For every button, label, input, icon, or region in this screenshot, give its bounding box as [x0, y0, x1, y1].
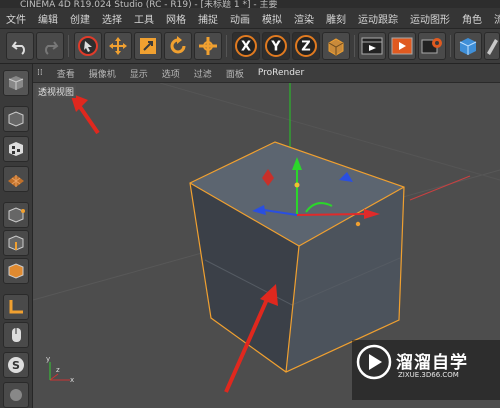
menu-snap[interactable]: 捕捉 — [192, 11, 224, 26]
redo-icon — [45, 41, 59, 55]
viewport-menu-bar: ⁞⁞ 查看 摄像机 显示 选项 过滤 面板 ProRender — [33, 64, 500, 83]
render-settings-icon — [421, 38, 442, 54]
workplane-button[interactable] — [3, 166, 29, 192]
pen-button[interactable] — [484, 32, 500, 60]
cube-object-button[interactable] — [454, 32, 482, 60]
world-coordinate-icon — [328, 38, 344, 56]
menu-sculpt[interactable]: 雕刻 — [320, 11, 352, 26]
undo-button[interactable] — [6, 32, 34, 60]
menu-create[interactable]: 创建 — [64, 11, 96, 26]
rotate-button[interactable] — [164, 32, 192, 60]
svg-text:x: x — [70, 376, 74, 384]
z-axis-button[interactable]: Z — [292, 32, 320, 60]
viewport-menu-view[interactable]: 查看 — [50, 67, 82, 80]
render-view-icon — [361, 37, 383, 55]
svg-text:Y: Y — [270, 40, 281, 55]
menu-motion-tracker[interactable]: 运动跟踪 — [352, 11, 404, 26]
world-coordinate-button[interactable] — [322, 32, 350, 60]
texture-mode-button[interactable] — [3, 136, 29, 162]
menu-mograph[interactable]: 运动图形 — [404, 11, 456, 26]
y-axis-button[interactable]: Y — [262, 32, 290, 60]
viewport-menu-prorender[interactable]: ProRender — [251, 68, 311, 78]
menu-character[interactable]: 角色 — [456, 11, 488, 26]
x-axis-icon: X — [235, 35, 257, 57]
y-axis-icon: Y — [265, 35, 287, 57]
live-selection-button[interactable] — [74, 32, 102, 60]
menu-bar: 文件 编辑 创建 选择 工具 网格 捕捉 动画 模拟 渲染 雕刻 运动跟踪 运动… — [0, 8, 500, 29]
render-view-button[interactable] — [358, 32, 386, 60]
scale-button[interactable] — [134, 32, 162, 60]
move-button[interactable] — [104, 32, 132, 60]
viewport-menu-cameras[interactable]: 摄像机 — [82, 67, 123, 80]
watermark-logo-icon — [356, 344, 392, 380]
polygons-mode-icon — [8, 263, 24, 279]
transform-icon — [199, 37, 217, 55]
tweak-mode-icon — [12, 328, 21, 342]
scale-icon — [140, 38, 156, 54]
menu-animate[interactable]: 动画 — [224, 11, 256, 26]
model-mode-button[interactable] — [3, 106, 29, 132]
menu-select[interactable]: 选择 — [96, 11, 128, 26]
menu-pipeline[interactable]: 流水线 — [488, 11, 500, 26]
svg-text:X: X — [241, 40, 251, 55]
model-mode-icon — [8, 111, 24, 127]
pen-icon — [487, 39, 498, 55]
render-picture-viewer-button[interactable] — [388, 32, 416, 60]
svg-text:z: z — [56, 366, 60, 374]
viewport-menu-grip: ⁞⁞ — [37, 68, 43, 78]
viewport-label: 透视视图 — [36, 85, 77, 98]
menu-file[interactable]: 文件 — [0, 11, 32, 26]
move-icon — [109, 37, 127, 55]
z-axis-icon: Z — [295, 35, 317, 57]
redo-button[interactable] — [36, 32, 64, 60]
live-selection-icon — [78, 36, 98, 56]
make-editable-icon — [8, 76, 24, 90]
x-axis-handle[interactable] — [296, 213, 365, 216]
menu-simulate[interactable]: 模拟 — [256, 11, 288, 26]
tweak-mode-button[interactable] — [3, 322, 29, 348]
viewport-menu-options[interactable]: 选项 — [155, 67, 187, 80]
snapping-icon: S — [8, 357, 24, 373]
snapping-button[interactable]: S — [3, 352, 29, 378]
edges-mode-button[interactable] — [3, 230, 29, 256]
sidebar-extra-button[interactable] — [3, 382, 29, 408]
svg-text:S: S — [12, 359, 20, 372]
render-settings-button[interactable] — [418, 32, 446, 60]
undo-icon — [11, 41, 25, 55]
window-title: CINEMA 4D R19.024 Studio (RC - R19) - [未… — [20, 0, 278, 8]
svg-text:y: y — [46, 355, 50, 363]
transform-button[interactable] — [194, 32, 222, 60]
viewport-menu-filter[interactable]: 过滤 — [187, 67, 219, 80]
menu-edit[interactable]: 编辑 — [32, 11, 64, 26]
title-bar: CINEMA 4D R19.024 Studio (RC - R19) - [未… — [0, 0, 500, 8]
polygons-mode-button[interactable] — [3, 258, 29, 284]
enable-axis-button[interactable] — [3, 294, 29, 320]
menu-tools[interactable]: 工具 — [128, 11, 160, 26]
annotation-arrow-viewport-label — [76, 102, 100, 135]
viewport-menu-display[interactable]: 显示 — [123, 67, 155, 80]
svg-text:Z: Z — [301, 40, 310, 55]
main-toolbar: X Y Z — [0, 29, 500, 64]
watermark-name: 溜溜自学 — [396, 353, 468, 373]
extra-tool-icon — [10, 389, 22, 401]
enable-axis-icon — [9, 300, 23, 314]
x-axis-button[interactable]: X — [232, 32, 260, 60]
workplane-icon — [8, 175, 24, 187]
render-picture-viewer-icon — [391, 37, 413, 55]
texture-mode-icon — [9, 142, 23, 156]
viewport-menu-panel[interactable]: 面板 — [219, 67, 251, 80]
menu-mesh[interactable]: 网格 — [160, 11, 192, 26]
points-mode-button[interactable] — [3, 202, 29, 228]
left-toolbar: S — [0, 64, 33, 408]
watermark-url: ZIXUE.3D66.COM — [398, 371, 459, 379]
menu-render[interactable]: 渲染 — [288, 11, 320, 26]
make-editable-button[interactable] — [3, 70, 29, 96]
rotate-icon — [170, 36, 186, 54]
cube-icon — [459, 38, 477, 55]
edges-mode-icon — [8, 235, 24, 251]
points-mode-icon — [8, 207, 25, 223]
